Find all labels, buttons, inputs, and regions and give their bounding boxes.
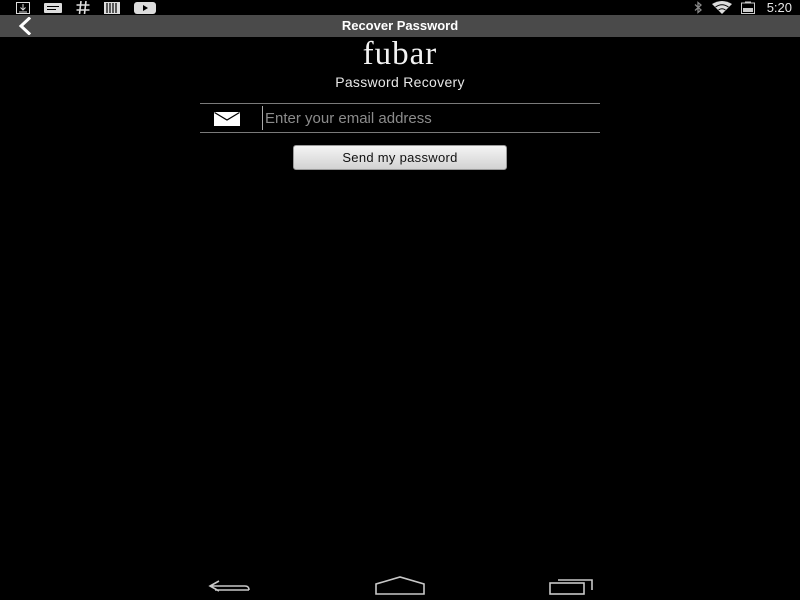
back-nav-icon — [208, 580, 250, 592]
app-logo: fubar — [362, 36, 438, 72]
navigation-bar — [0, 570, 800, 600]
recents-nav-icon — [549, 579, 593, 595]
status-bar-notifications — [16, 1, 156, 14]
email-field-row — [200, 103, 600, 133]
home-nav-button[interactable] — [374, 576, 426, 600]
barcode-icon — [104, 1, 120, 14]
download-icon — [16, 1, 30, 14]
hash-icon — [76, 1, 90, 14]
battery-icon — [740, 1, 755, 14]
status-time: 5:20 — [766, 0, 792, 15]
email-input[interactable] — [262, 106, 595, 130]
home-nav-icon — [375, 576, 425, 595]
screen: 5:20 Recover Password fubar Password Rec… — [0, 0, 800, 600]
action-bar-title: Recover Password — [341, 18, 459, 33]
back-nav-button[interactable] — [205, 576, 253, 600]
send-password-button[interactable]: Send my password — [293, 145, 507, 170]
recents-nav-button[interactable] — [548, 576, 596, 600]
bluetooth-icon — [693, 1, 703, 14]
status-bar-system: 5:20 — [693, 0, 792, 15]
message-icon — [44, 2, 62, 14]
wifi-icon — [711, 1, 733, 14]
action-bar: Recover Password — [0, 15, 800, 37]
status-bar: 5:20 — [0, 0, 800, 15]
mail-icon — [214, 111, 240, 131]
page-subtitle: Password Recovery — [335, 74, 465, 90]
youtube-icon — [134, 1, 156, 14]
